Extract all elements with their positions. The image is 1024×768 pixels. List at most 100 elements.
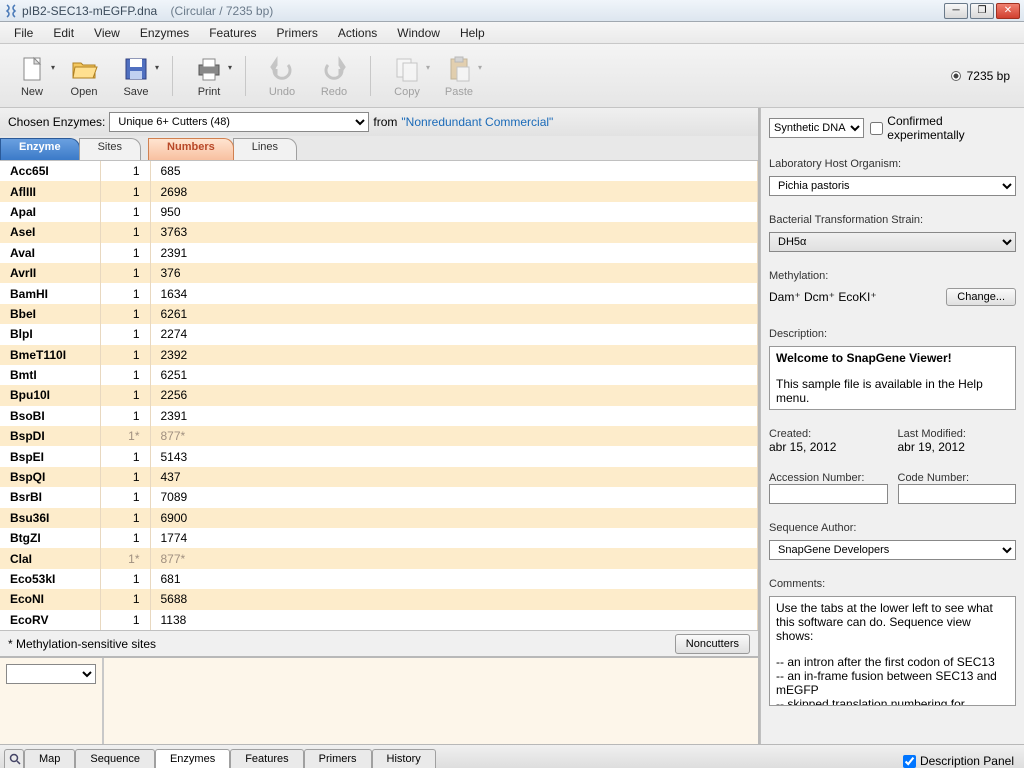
menu-actions[interactable]: Actions: [330, 24, 385, 42]
enzyme-sites: 1: [100, 161, 150, 181]
maximize-button[interactable]: ❐: [970, 3, 994, 19]
enzyme-sites: 1: [100, 243, 150, 263]
table-row[interactable]: BsoBI12391: [0, 406, 758, 426]
menubar: File Edit View Enzymes Features Primers …: [0, 22, 1024, 44]
table-row[interactable]: AvrII1376: [0, 263, 758, 283]
enzyme-table-wrap[interactable]: Acc65I1685AflIII12698ApaI1950AseI13763Av…: [0, 160, 758, 630]
enzyme-sites: 1: [100, 406, 150, 426]
noncutters-button[interactable]: Noncutters: [675, 634, 750, 654]
table-row[interactable]: BmeT110I12392: [0, 345, 758, 365]
table-row[interactable]: Eco53kI1681: [0, 569, 758, 589]
save-icon: ▾: [121, 54, 151, 84]
tab-history[interactable]: History: [372, 749, 436, 768]
tab-sequence[interactable]: Sequence: [75, 749, 155, 768]
enzyme-number: 7089: [150, 487, 758, 507]
table-row[interactable]: BbeI16261: [0, 304, 758, 324]
table-row[interactable]: AvaI12391: [0, 243, 758, 263]
save-button[interactable]: ▾ Save: [112, 54, 160, 98]
lab-host-select[interactable]: Pichia pastoris: [769, 176, 1016, 196]
methylation-note: * Methylation-sensitive sites: [8, 637, 156, 651]
undo-button: Undo: [258, 54, 306, 98]
comments-box[interactable]: Use the tabs at the lower left to see wh…: [769, 596, 1016, 706]
chosen-from: from: [373, 115, 397, 129]
enzyme-name: Acc65I: [0, 161, 100, 181]
table-row[interactable]: BmtI16251: [0, 365, 758, 385]
toolbar-separator: [370, 56, 371, 96]
table-row[interactable]: BlpI12274: [0, 324, 758, 344]
table-row[interactable]: EcoRV11138: [0, 610, 758, 630]
enzyme-sites: 1: [100, 365, 150, 385]
table-row[interactable]: ApaI1950: [0, 202, 758, 222]
enzyme-sites: 1*: [100, 426, 150, 446]
enzyme-name: BspEI: [0, 446, 100, 466]
description-box[interactable]: Welcome to SnapGene Viewer! This sample …: [769, 346, 1016, 410]
accession-input[interactable]: [769, 484, 888, 504]
tab-lines[interactable]: Lines: [233, 138, 297, 160]
enzyme-name: AseI: [0, 222, 100, 242]
enzyme-name: BamHI: [0, 283, 100, 303]
lower-select[interactable]: [6, 664, 96, 684]
app-icon: [4, 4, 18, 18]
table-row[interactable]: Bpu10I12256: [0, 385, 758, 405]
search-tab[interactable]: [4, 749, 24, 768]
tab-map[interactable]: Map: [24, 749, 75, 768]
menu-enzymes[interactable]: Enzymes: [132, 24, 197, 42]
description-panel: Synthetic DNA Confirmed experimentally L…: [760, 108, 1024, 744]
table-row[interactable]: EcoNI15688: [0, 589, 758, 609]
enzyme-number: 437: [150, 467, 758, 487]
enzyme-number: 6251: [150, 365, 758, 385]
code-number-input[interactable]: [898, 484, 1017, 504]
menu-primers[interactable]: Primers: [269, 24, 326, 42]
enzyme-sites: 1: [100, 202, 150, 222]
dna-type-select[interactable]: Synthetic DNA: [769, 118, 864, 138]
menu-features[interactable]: Features: [201, 24, 264, 42]
table-row[interactable]: Acc65I1685: [0, 161, 758, 181]
enzyme-name: BtgZI: [0, 528, 100, 548]
menu-file[interactable]: File: [6, 24, 41, 42]
open-button[interactable]: Open: [60, 54, 108, 98]
table-row[interactable]: BspDI1*877*: [0, 426, 758, 446]
enzyme-name: ApaI: [0, 202, 100, 222]
change-button[interactable]: Change...: [946, 288, 1016, 306]
enzyme-sites: 1: [100, 589, 150, 609]
menu-help[interactable]: Help: [452, 24, 493, 42]
chosen-source-link[interactable]: "Nonredundant Commercial": [401, 115, 553, 129]
new-button[interactable]: ▾ New: [8, 54, 56, 98]
tab-enzymes[interactable]: Enzymes: [155, 749, 230, 768]
table-row[interactable]: BsrBI17089: [0, 487, 758, 507]
tab-features[interactable]: Features: [230, 749, 303, 768]
table-row[interactable]: Bsu36I16900: [0, 508, 758, 528]
strain-select[interactable]: DH5α: [769, 232, 1016, 252]
enzyme-sites: 1: [100, 222, 150, 242]
tab-enzyme[interactable]: Enzyme: [0, 138, 80, 160]
tab-numbers[interactable]: Numbers: [148, 138, 234, 160]
description-body: This sample file is available in the Hel…: [776, 377, 983, 405]
confirmed-checkbox[interactable]: Confirmed experimentally: [870, 114, 1016, 142]
menu-view[interactable]: View: [86, 24, 128, 42]
table-row[interactable]: BtgZI11774: [0, 528, 758, 548]
undo-icon: [267, 54, 297, 84]
copy-button: ▾ Copy: [383, 54, 431, 98]
description-label: Description:: [769, 328, 1016, 340]
table-row[interactable]: BamHI11634: [0, 283, 758, 303]
table-row[interactable]: BspQI1437: [0, 467, 758, 487]
bottom-tab-bar: Map Sequence Enzymes Features Primers Hi…: [0, 744, 1024, 768]
print-button[interactable]: ▾ Print: [185, 54, 233, 98]
enzyme-number: 2391: [150, 243, 758, 263]
minimize-button[interactable]: ─: [944, 3, 968, 19]
menu-window[interactable]: Window: [389, 24, 448, 42]
menu-edit[interactable]: Edit: [45, 24, 82, 42]
enzyme-sites: 1: [100, 304, 150, 324]
close-button[interactable]: ✕: [996, 3, 1020, 19]
author-select[interactable]: SnapGene Developers: [769, 540, 1016, 560]
chosen-enzymes-select[interactable]: Unique 6+ Cutters (48): [109, 112, 369, 132]
table-row[interactable]: AseI13763: [0, 222, 758, 242]
table-row[interactable]: AflIII12698: [0, 181, 758, 201]
enzyme-name: Bpu10I: [0, 385, 100, 405]
file-name: pIB2-SEC13-mEGFP.dna: [22, 4, 157, 18]
table-row[interactable]: ClaI1*877*: [0, 548, 758, 568]
description-panel-toggle[interactable]: Description Panel: [903, 754, 1020, 768]
tab-primers[interactable]: Primers: [304, 749, 372, 768]
tab-sites[interactable]: Sites: [79, 138, 141, 160]
table-row[interactable]: BspEI15143: [0, 446, 758, 466]
